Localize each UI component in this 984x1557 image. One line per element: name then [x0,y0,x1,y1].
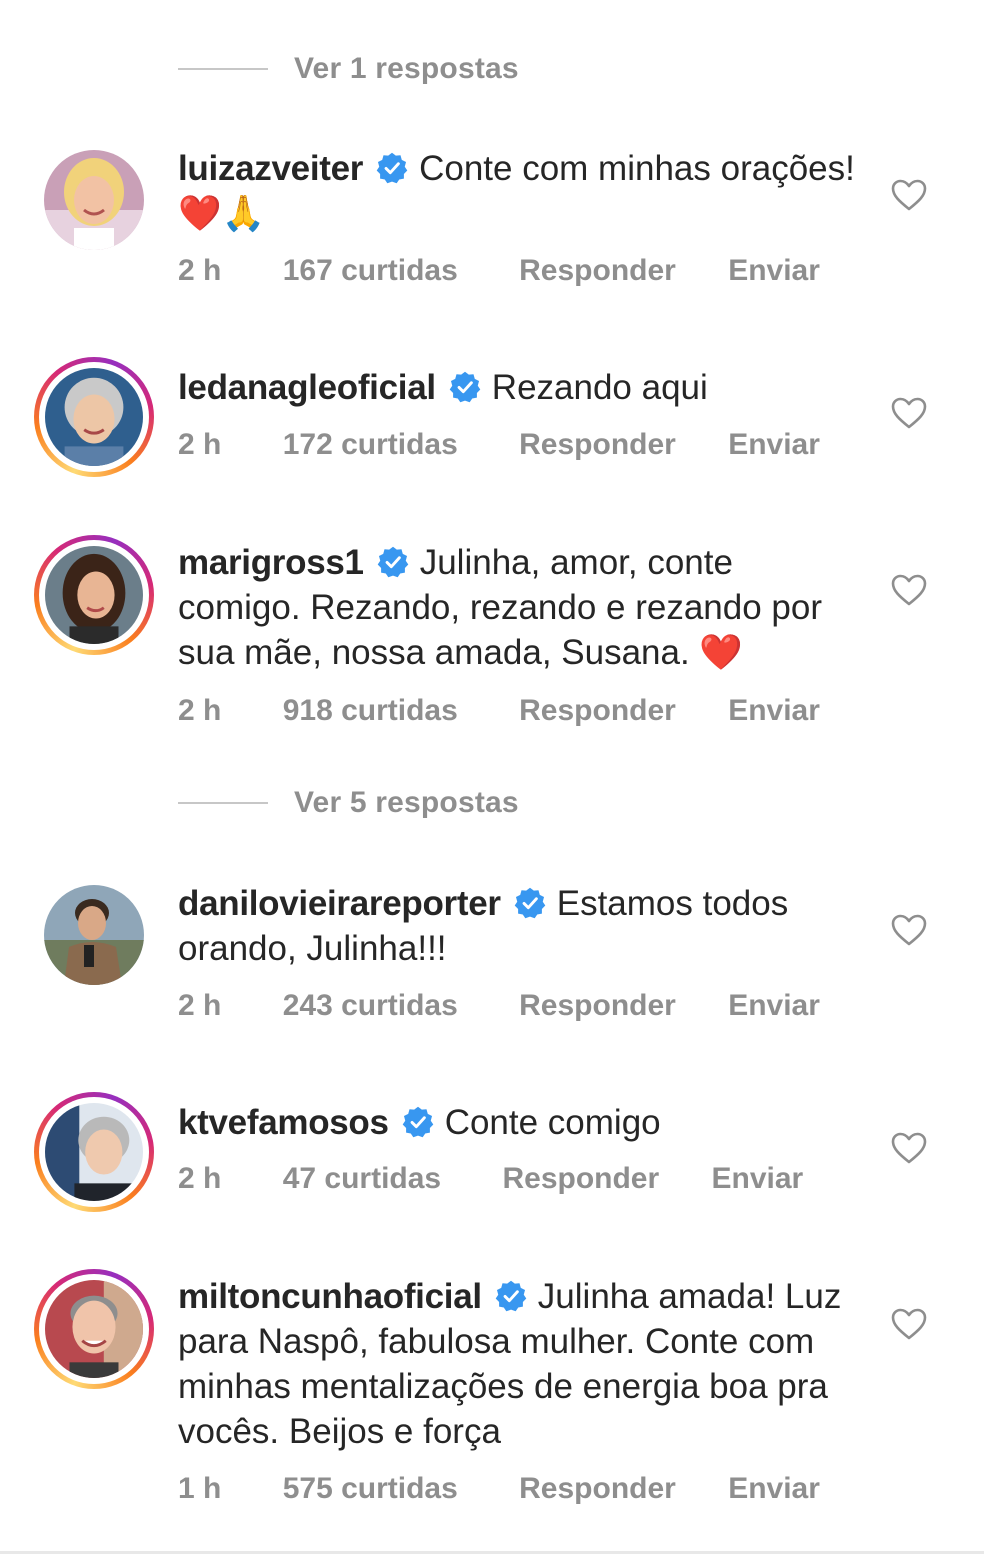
view-replies-label: Ver 5 respostas [294,786,519,819]
avatar-image [45,546,143,644]
reply-button[interactable]: Responder [519,428,676,462]
reply-button[interactable]: Responder [519,254,676,288]
avatar[interactable] [34,535,154,655]
verified-badge-icon [449,371,481,403]
send-button[interactable]: Enviar [728,254,820,288]
send-button[interactable]: Enviar [728,989,820,1023]
divider-line [178,68,268,70]
divider-line [178,802,268,804]
avatar[interactable] [34,140,154,260]
avatar[interactable] [34,875,154,995]
comment-time: 2 h [178,694,222,727]
heart-outline-icon[interactable] [890,913,928,947]
heart-outline-icon[interactable] [890,1307,928,1341]
send-button[interactable]: Enviar [728,1472,820,1506]
verified-badge-icon [495,1280,527,1312]
reply-button[interactable]: Responder [519,694,676,728]
comment-username[interactable]: danilovieirareporter [178,884,501,923]
view-replies-toggle[interactable]: Ver 1 respostas [178,52,519,86]
heart-outline-icon[interactable] [890,178,928,212]
comment-time: 2 h [178,254,222,287]
avatar-image [45,368,143,466]
view-replies-toggle[interactable]: Ver 5 respostas [178,786,519,820]
comment-likes[interactable]: 575 curtidas [283,1472,458,1506]
avatar-image [45,1280,143,1378]
send-button[interactable]: Enviar [712,1162,804,1196]
comment-likes[interactable]: 918 curtidas [283,694,458,728]
comment-time: 2 h [178,989,222,1022]
comment-likes[interactable]: 243 curtidas [283,989,458,1023]
heart-outline-icon[interactable] [890,1131,928,1165]
comment-time: 2 h [178,428,222,461]
send-button[interactable]: Enviar [728,694,820,728]
comment-time: 1 h [178,1472,222,1505]
avatar[interactable] [34,357,154,477]
heart-outline-icon[interactable] [890,573,928,607]
comment-username[interactable]: ktvefamosos [178,1103,389,1142]
avatar[interactable] [34,1269,154,1389]
verified-badge-icon [377,546,409,578]
verified-badge-icon [402,1106,433,1138]
comment-time: 2 h [178,1162,222,1195]
comment-username[interactable]: miltoncunhaoficial [178,1277,482,1316]
verified-badge-icon [376,152,408,184]
comment-text: Rezando aqui [491,368,708,407]
avatar[interactable] [34,1092,154,1212]
comment-text: Conte comigo [444,1103,661,1142]
reply-button[interactable]: Responder [502,1162,659,1196]
avatar-image [44,150,144,250]
comment-username[interactable]: ledanagleoficial [178,368,436,407]
view-replies-label: Ver 1 respostas [294,52,519,85]
send-button[interactable]: Enviar [728,428,820,462]
comment-username[interactable]: luizazveiter [178,149,363,188]
reply-button[interactable]: Responder [519,1472,676,1506]
comment-username[interactable]: marigross1 [178,543,364,582]
avatar-image [45,1103,143,1201]
bottom-divider [0,1551,984,1554]
comment-likes[interactable]: 47 curtidas [283,1162,441,1196]
reply-button[interactable]: Responder [519,989,676,1023]
comment-likes[interactable]: 172 curtidas [283,428,458,462]
heart-outline-icon[interactable] [890,396,928,430]
comment-likes[interactable]: 167 curtidas [283,254,458,288]
verified-badge-icon [514,887,546,919]
avatar-image [44,885,144,985]
